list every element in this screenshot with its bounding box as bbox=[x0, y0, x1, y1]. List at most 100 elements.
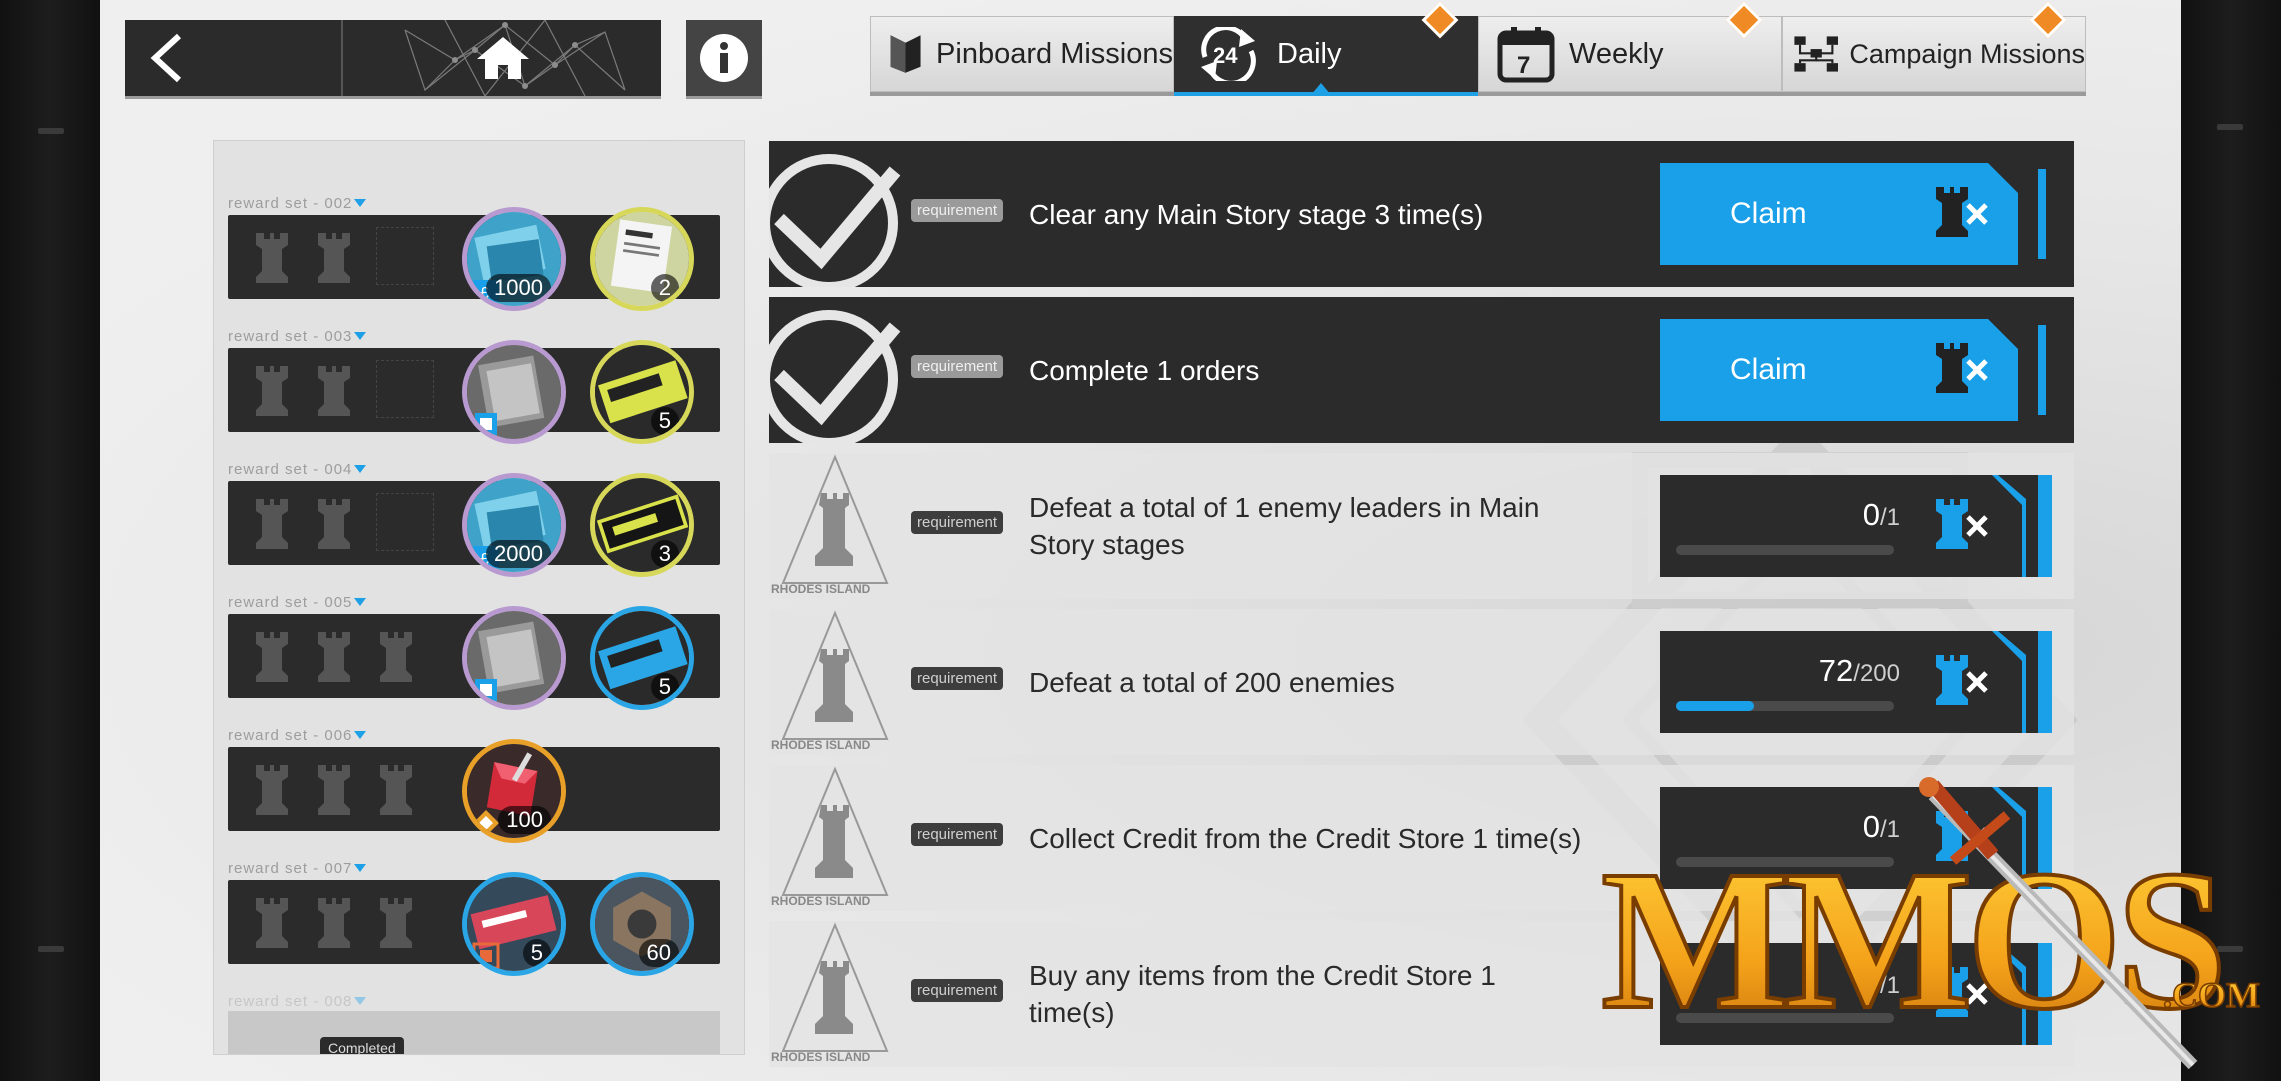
indicator-icon bbox=[354, 598, 367, 606]
reward-item[interactable]: 5 bbox=[462, 872, 566, 976]
tab-campaign-missions[interactable]: Campaign Missions bbox=[1782, 1, 2086, 92]
reward-item[interactable]: 5 bbox=[590, 340, 694, 444]
active-tab-indicator bbox=[1311, 83, 1331, 95]
mmos-watermark-logo: MMOS .COM bbox=[1599, 777, 2261, 1070]
rook-icon bbox=[256, 765, 288, 815]
reward-set-bar: 5 60 bbox=[228, 872, 720, 976]
completed-badge: Completed bbox=[320, 1037, 404, 1054]
rook-icon bbox=[318, 366, 350, 416]
bezel-mark bbox=[2217, 124, 2243, 130]
reward-set[interactable]: reward set - 008 bbox=[228, 991, 720, 1011]
indicator-icon bbox=[354, 199, 367, 207]
progress-track bbox=[1676, 701, 1894, 711]
mission-progress: 0/1 bbox=[1660, 475, 2052, 577]
rook-icon bbox=[256, 366, 288, 416]
reward-set-bar: £ 1000 2 bbox=[228, 207, 720, 311]
rhodes-island-tower-icon: RHODES ISLAND bbox=[771, 454, 889, 596]
mission-row[interactable]: requirement Clear any Main Story stage 3… bbox=[769, 141, 2074, 287]
home-icon bbox=[477, 37, 529, 79]
hierarchy-icon bbox=[1794, 36, 1838, 72]
empty-slot bbox=[376, 493, 434, 551]
rook-icon bbox=[318, 898, 350, 948]
calendar-icon: 7 bbox=[1497, 27, 1555, 83]
progress-track bbox=[1676, 545, 1894, 555]
navigation-bar bbox=[125, 20, 661, 96]
tab-label: Daily bbox=[1277, 37, 1342, 70]
reward-item[interactable] bbox=[462, 606, 566, 710]
reward-item[interactable]: 100 bbox=[462, 739, 566, 843]
rook-icon bbox=[380, 765, 412, 815]
requirement-tag: requirement bbox=[911, 199, 1004, 222]
home-button[interactable] bbox=[345, 20, 661, 96]
item-badge-icon bbox=[473, 810, 499, 836]
back-button[interactable] bbox=[125, 20, 343, 96]
requirement-tag: requirement bbox=[911, 823, 1004, 846]
progress-value: 72/200 bbox=[1818, 653, 1900, 688]
reward-set[interactable]: reward set - 002 £ 1000 2 bbox=[228, 193, 720, 311]
rook-icon bbox=[380, 632, 412, 682]
reward-set[interactable]: reward set - 003 5 bbox=[228, 326, 720, 444]
mission-row[interactable]: requirement Complete 1 orders Claim bbox=[769, 297, 2074, 443]
reward-set[interactable]: reward set - 004 £ 2000 3 bbox=[228, 459, 720, 577]
tab-label: Pinboard Missions bbox=[936, 37, 1173, 70]
reward-set[interactable]: reward set - 005 5 bbox=[228, 592, 720, 710]
indicator-icon bbox=[354, 731, 367, 739]
weekly-icon-number: 7 bbox=[1517, 52, 1530, 79]
rook-icon bbox=[318, 499, 350, 549]
item-quantity: 100 bbox=[498, 806, 551, 834]
reward-item[interactable]: £ 2000 bbox=[462, 473, 566, 577]
mission-row[interactable]: RHODES ISLAND requirement Defeat a total… bbox=[769, 453, 2074, 599]
claim-button[interactable]: Claim bbox=[1660, 163, 2052, 265]
rook-icon bbox=[256, 499, 288, 549]
claim-label: Claim bbox=[1730, 353, 1807, 386]
item-quantity: 5 bbox=[650, 407, 679, 435]
bezel-mark bbox=[38, 946, 64, 952]
reward-item[interactable]: 3 bbox=[590, 473, 694, 577]
reward-set-label: reward set - 008 bbox=[228, 991, 720, 1011]
daily-refresh-icon: 24 bbox=[1201, 27, 1256, 81]
reward-item[interactable]: 5 bbox=[590, 606, 694, 710]
indicator-icon bbox=[354, 997, 367, 1005]
progress-value: 0/1 bbox=[1862, 497, 1900, 532]
tab-pinboard-missions[interactable]: Pinboard Missions bbox=[870, 16, 1174, 92]
reward-set-bar: 5 bbox=[228, 340, 720, 444]
reward-set[interactable]: reward set - 007 5 60 bbox=[228, 858, 720, 976]
tab-label: Campaign Missions bbox=[1849, 38, 2085, 69]
claim-button[interactable]: Claim bbox=[1660, 319, 2052, 421]
reward-preview-icon bbox=[1936, 631, 2052, 733]
rhodes-island-tower-icon: RHODES ISLAND bbox=[771, 610, 889, 752]
item-quantity: 5 bbox=[522, 939, 551, 967]
voucher-badge-icon bbox=[472, 942, 500, 970]
claim-label: Claim bbox=[1730, 197, 1807, 230]
item-quantity: 3 bbox=[650, 540, 679, 568]
reward-preview-icon bbox=[1936, 475, 2052, 577]
pinboard-icon bbox=[890, 35, 921, 73]
reward-item[interactable]: 60 bbox=[590, 872, 694, 976]
tower-caption: RHODES ISLAND bbox=[771, 894, 871, 908]
info-button[interactable] bbox=[686, 20, 762, 96]
reward-item[interactable] bbox=[462, 340, 566, 444]
mission-description: Defeat a total of 200 enemies bbox=[1029, 666, 1395, 698]
mission-description: Collect Credit from the Credit Store 1 t… bbox=[1029, 822, 1582, 854]
mission-tabs: Pinboard Missions 24 Daily 7 Weekly Camp… bbox=[870, 1, 2086, 95]
reward-sets-panel[interactable]: reward set - 002 £ 1000 2 reward set - 0… bbox=[213, 140, 745, 1055]
requirement-tag: requirement bbox=[911, 511, 1004, 534]
tab-daily[interactable]: 24 Daily bbox=[1174, 1, 1478, 95]
chevron-left-icon bbox=[150, 33, 182, 83]
reward-item[interactable]: £ 1000 bbox=[462, 207, 566, 311]
mission-description: Clear any Main Story stage 3 time(s) bbox=[1029, 198, 1484, 230]
empty-slot bbox=[376, 360, 434, 418]
rhodes-island-tower-icon: RHODES ISLAND bbox=[771, 766, 889, 908]
reward-preview-icon bbox=[1936, 319, 2052, 421]
checkmark-icon bbox=[769, 310, 901, 443]
tab-weekly[interactable]: 7 Weekly bbox=[1478, 1, 1782, 92]
reward-item[interactable]: 2 bbox=[590, 207, 694, 311]
mission-row[interactable]: RHODES ISLAND requirement Defeat a total… bbox=[769, 609, 2074, 755]
item-quantity: 1000 bbox=[486, 274, 551, 302]
reward-set-label: reward set - 006 bbox=[228, 725, 720, 745]
reward-preview-icon bbox=[1936, 163, 2052, 265]
reward-set-bar: 100 bbox=[228, 739, 720, 843]
mission-description: Buy any items from the Credit Store 1 ti… bbox=[1029, 960, 1496, 1028]
item-quantity: 2000 bbox=[486, 540, 551, 568]
reward-set[interactable]: reward set - 006 100 bbox=[228, 725, 720, 843]
